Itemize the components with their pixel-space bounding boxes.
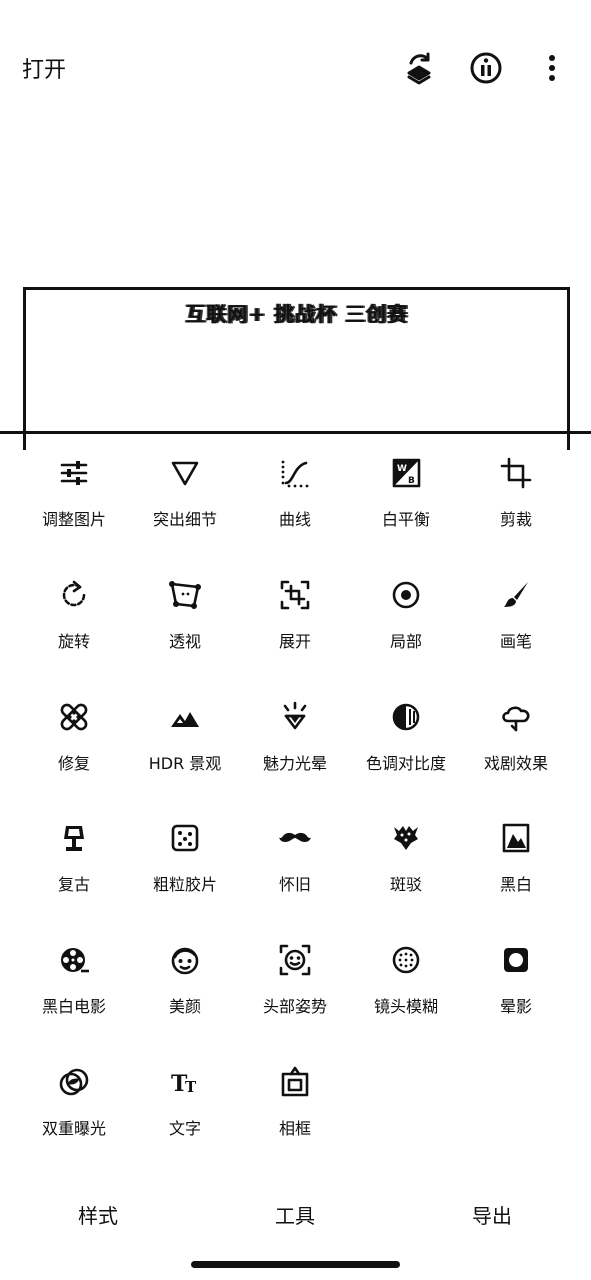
black-white-icon: [499, 821, 533, 855]
tool-rotate[interactable]: 旋转: [19, 564, 129, 674]
tool-glamour-glow[interactable]: 魅力光晕: [240, 686, 350, 796]
more-options-icon[interactable]: [534, 50, 570, 86]
lens-blur-icon: [389, 943, 423, 977]
tool-vintage-lamp[interactable]: 复古: [19, 807, 129, 917]
tool-label: 画笔: [499, 632, 532, 651]
tool-label: 戏剧效果: [483, 754, 548, 773]
vintage-lamp-icon: [57, 821, 91, 855]
retrolux-mustache-icon: [278, 821, 312, 855]
bottom-navigation: 样式 工具 导出: [0, 1180, 591, 1250]
details-triangle-icon: [168, 456, 202, 490]
head-pose-icon: [278, 943, 312, 977]
tool-label: 剪裁: [499, 510, 532, 529]
tool-face-enhance[interactable]: 美颜: [130, 929, 240, 1039]
tool-vignette[interactable]: 晕影: [461, 929, 571, 1039]
grunge-icon: [389, 821, 423, 855]
grainy-film-icon: [168, 821, 202, 855]
photo-preview[interactable]: 互联网+ 挑战杯 三创赛: [23, 287, 570, 450]
tool-label: 黑白: [499, 875, 532, 894]
tool-label: 晕影: [499, 997, 532, 1016]
noir-film-reel-icon: [57, 943, 91, 977]
tool-grunge[interactable]: 斑驳: [351, 807, 461, 917]
open-button[interactable]: 打开: [22, 52, 66, 84]
info-icon[interactable]: [468, 50, 504, 86]
undo-history-icon[interactable]: [401, 50, 437, 86]
healing-icon: [57, 700, 91, 734]
tool-expand[interactable]: 展开: [240, 564, 350, 674]
face-enhance-icon: [168, 943, 202, 977]
tab-tools[interactable]: 工具: [275, 1200, 315, 1229]
glamour-glow-icon: [278, 700, 312, 734]
tonal-contrast-icon: [389, 700, 423, 734]
tool-details-triangle[interactable]: 突出细节: [130, 442, 240, 552]
svg-text:B: B: [408, 476, 415, 486]
crop-icon: [499, 456, 533, 490]
tool-curves[interactable]: 曲线: [240, 442, 350, 552]
selective-icon: [389, 578, 423, 612]
photo-caption-text: 互联网+ 挑战杯 三创赛: [185, 302, 408, 326]
vignette-icon: [499, 943, 533, 977]
tool-frame[interactable]: 相框: [240, 1051, 350, 1161]
tune-sliders-icon: [57, 456, 91, 490]
home-indicator[interactable]: [191, 1261, 400, 1268]
image-preview-area: 互联网+ 挑战杯 三创赛: [0, 140, 591, 450]
tool-grainy-film[interactable]: 粗粒胶片: [130, 807, 240, 917]
tool-tune-sliders[interactable]: 调整图片: [19, 442, 129, 552]
tools-grid: 调整图片 突出细节 曲线 W B 白平衡剪裁旋转 透视 展开 局部画笔修复 HDR 景观 魅力光晕色…: [0, 434, 591, 1164]
tool-noir-film-reel[interactable]: 黑白电影: [19, 929, 129, 1039]
hdr-landscape-icon: [168, 700, 202, 734]
tab-export[interactable]: 导出: [472, 1200, 512, 1229]
double-exposure-icon: [57, 1065, 91, 1099]
frame-icon: [278, 1065, 312, 1099]
curves-icon: [278, 456, 312, 490]
tool-text[interactable]: T T 文字: [130, 1051, 240, 1161]
tool-black-white[interactable]: 黑白: [461, 807, 571, 917]
brush-icon: [499, 578, 533, 612]
tool-retrolux-mustache[interactable]: 怀旧: [240, 807, 350, 917]
expand-icon: [278, 578, 312, 612]
tool-hdr-landscape[interactable]: HDR 景观: [130, 686, 240, 796]
svg-text:T: T: [185, 1078, 197, 1096]
rotate-icon: [57, 578, 91, 612]
tool-drama[interactable]: 戏剧效果: [461, 686, 571, 796]
tool-perspective[interactable]: 透视: [130, 564, 240, 674]
tool-white-balance[interactable]: W B 白平衡: [351, 442, 461, 552]
perspective-icon: [168, 578, 202, 612]
drama-icon: [499, 700, 533, 734]
tool-crop[interactable]: 剪裁: [461, 442, 571, 552]
white-balance-icon: WB: [389, 456, 423, 490]
tool-lens-blur[interactable]: 镜头模糊: [351, 929, 461, 1039]
tool-brush[interactable]: 画笔: [461, 564, 571, 674]
tool-tonal-contrast[interactable]: 色调对比度: [351, 686, 461, 796]
tool-healing[interactable]: 修复: [19, 686, 129, 796]
tool-label: 相框: [278, 1119, 311, 1138]
tool-double-exposure[interactable]: 双重曝光: [19, 1051, 129, 1161]
top-app-bar: 打开: [0, 0, 591, 140]
tool-head-pose[interactable]: 头部姿势: [240, 929, 350, 1039]
tab-styles[interactable]: 样式: [78, 1200, 118, 1229]
tool-selective[interactable]: 局部: [351, 564, 461, 674]
svg-text:W: W: [397, 464, 407, 474]
text-icon: TT: [168, 1065, 202, 1099]
